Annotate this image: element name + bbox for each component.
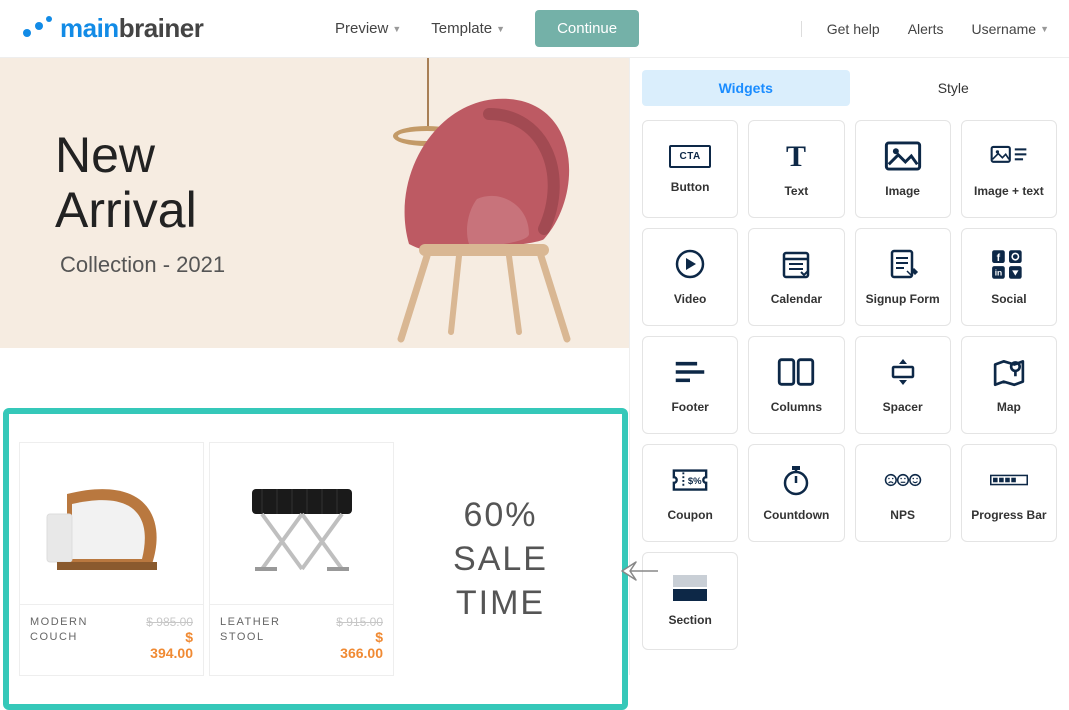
new-price: $ 394.00 — [139, 629, 193, 661]
nps-icon — [884, 464, 922, 496]
text-icon: T — [777, 140, 815, 172]
caret-down-icon: ▼ — [392, 24, 401, 34]
old-price: $ 985.00 — [139, 615, 193, 629]
widget-text[interactable]: T Text — [748, 120, 844, 218]
workspace: NewArrival Collection - 2021 — [0, 58, 1069, 675]
columns-icon — [777, 356, 815, 388]
product-name: LEATHER STOOL — [220, 615, 329, 646]
widget-image[interactable]: Image — [855, 120, 951, 218]
logo-text-1: main — [60, 13, 119, 44]
hero-section[interactable]: NewArrival Collection - 2021 — [0, 58, 629, 348]
play-icon — [671, 248, 709, 280]
topbar: mainbrainer Preview▼ Template▼ Continue … — [0, 0, 1069, 58]
widget-video[interactable]: Video — [642, 228, 738, 326]
selected-section[interactable]: MODERN COUCH $ 985.00 $ 394.00 — [3, 408, 628, 710]
widget-map[interactable]: Map — [961, 336, 1057, 434]
image-icon — [884, 140, 922, 172]
get-help-link[interactable]: Get help — [827, 21, 880, 37]
product-name: MODERN COUCH — [30, 615, 139, 646]
widget-nps[interactable]: NPS — [855, 444, 951, 542]
caret-down-icon: ▼ — [1040, 24, 1049, 34]
preview-dropdown[interactable]: Preview▼ — [335, 20, 401, 37]
product-card[interactable]: MODERN COUCH $ 985.00 $ 394.00 — [19, 442, 204, 676]
widget-signup-form[interactable]: Signup Form — [855, 228, 951, 326]
svg-text:in: in — [995, 268, 1003, 278]
spacer-icon — [884, 356, 922, 388]
widget-footer[interactable]: Footer — [642, 336, 738, 434]
widget-coupon[interactable]: $% Coupon — [642, 444, 738, 542]
stopwatch-icon — [777, 464, 815, 496]
product-image — [20, 443, 203, 604]
hero-title: NewArrival — [55, 128, 225, 238]
widget-calendar[interactable]: Calendar — [748, 228, 844, 326]
tab-widgets[interactable]: Widgets — [642, 70, 850, 106]
logo-text-2: brainer — [119, 13, 204, 44]
map-icon — [990, 356, 1028, 388]
template-dropdown[interactable]: Template▼ — [431, 20, 505, 37]
social-icon: f in — [990, 248, 1028, 280]
old-price: $ 915.00 — [329, 615, 383, 629]
cta-icon: CTA — [669, 145, 710, 168]
widget-image-text[interactable]: Image + text — [961, 120, 1057, 218]
widget-countdown[interactable]: Countdown — [748, 444, 844, 542]
tab-style[interactable]: Style — [850, 70, 1058, 106]
caret-down-icon: ▼ — [496, 24, 505, 34]
widget-social[interactable]: fin Social — [961, 228, 1057, 326]
alerts-link[interactable]: Alerts — [908, 21, 944, 37]
logo-icon — [20, 15, 54, 43]
widget-spacer[interactable]: Spacer — [855, 336, 951, 434]
nav-right: Get help Alerts Username▼ — [801, 21, 1049, 37]
section-icon — [673, 575, 707, 601]
calendar-icon — [777, 248, 815, 280]
widget-progress-bar[interactable]: Progress Bar — [961, 444, 1057, 542]
logo[interactable]: mainbrainer — [20, 13, 203, 44]
svg-text:$%: $% — [688, 476, 702, 487]
image-text-icon — [990, 140, 1028, 172]
form-icon — [884, 248, 922, 280]
side-panel: Widgets Style CTA Button T Text Image Im… — [629, 58, 1069, 675]
svg-text:f: f — [997, 252, 1001, 264]
user-dropdown[interactable]: Username▼ — [971, 21, 1049, 37]
widget-button[interactable]: CTA Button — [642, 120, 738, 218]
coupon-icon: $% — [671, 464, 709, 496]
panel-tabs: Widgets Style — [630, 58, 1069, 114]
sale-banner[interactable]: 60%SALETIME — [399, 442, 602, 676]
product-card[interactable]: LEATHER STOOL $ 915.00 $ 366.00 — [209, 442, 394, 676]
chair-image — [369, 84, 599, 348]
hero-subtitle: Collection - 2021 — [55, 252, 225, 278]
pointer-arrow-icon — [620, 556, 660, 586]
widget-grid: CTA Button T Text Image Image + text Vid… — [630, 114, 1069, 662]
svg-text:T: T — [786, 140, 806, 172]
footer-icon — [671, 356, 709, 388]
continue-button[interactable]: Continue — [535, 10, 639, 47]
widget-columns[interactable]: Columns — [748, 336, 844, 434]
new-price: $ 366.00 — [329, 629, 383, 661]
product-image — [210, 443, 393, 604]
progress-icon — [990, 464, 1028, 496]
nav-center: Preview▼ Template▼ Continue — [335, 10, 639, 47]
canvas[interactable]: NewArrival Collection - 2021 — [0, 58, 629, 675]
